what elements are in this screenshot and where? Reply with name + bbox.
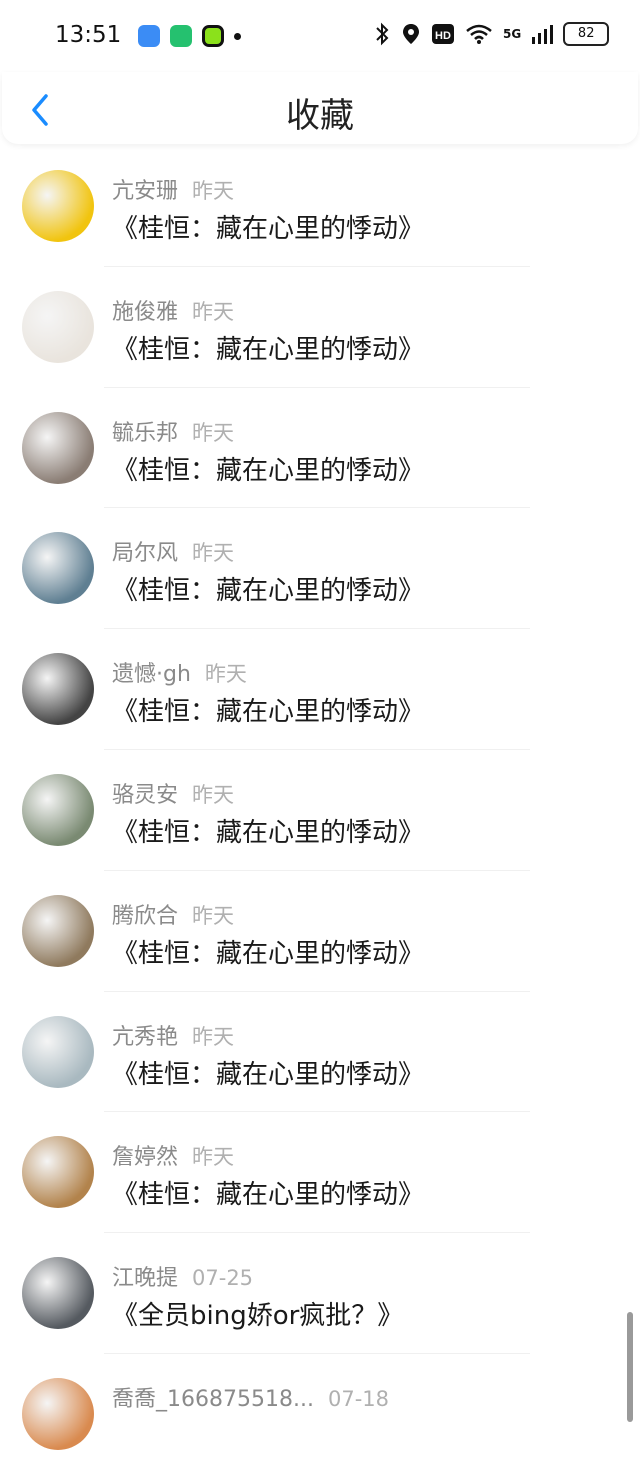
item-date: 昨天: [192, 299, 235, 324]
avatar[interactable]: [22, 773, 94, 846]
wifi-icon: [466, 24, 492, 44]
user-name[interactable]: 亢安珊: [112, 179, 178, 204]
list-item[interactable]: 局尔风 昨天 《桂恒：藏在心里的悸动》: [0, 508, 640, 630]
favorites-list: 亢安珊 昨天 《桂恒：藏在心里的悸动》 施俊雅 昨天 《桂恒：藏在心里的悸动》 毓乐…: [0, 146, 640, 1475]
list-item[interactable]: 詹婷然 昨天 《桂恒：藏在心里的悸动》: [0, 1112, 640, 1234]
item-date: 昨天: [204, 662, 247, 687]
list-item[interactable]: 喬喬_166875518... 07-18: [0, 1354, 640, 1475]
item-date: 昨天: [192, 1024, 235, 1049]
top-bar: 收藏: [2, 72, 638, 144]
avatar[interactable]: [22, 1377, 94, 1450]
list-item[interactable]: 遗憾·gh 昨天 《桂恒：藏在心里的悸动》: [0, 629, 640, 750]
item-date: 昨天: [192, 903, 235, 928]
work-title[interactable]: 《桂恒：藏在心里的悸动》: [112, 1174, 424, 1211]
work-title[interactable]: 《全员bing娇or疯批？》: [112, 1295, 403, 1332]
system-icons: HD 5G 82: [373, 22, 610, 46]
user-name[interactable]: 毓乐邦: [112, 421, 178, 446]
user-name[interactable]: 喬喬_166875518...: [112, 1387, 314, 1412]
list-item[interactable]: 亢安珊 昨天 《桂恒：藏在心里的悸动》: [0, 146, 640, 267]
list-item[interactable]: 亢秀艳 昨天 《桂恒：藏在心里的悸动》: [0, 992, 640, 1113]
avatar[interactable]: [22, 170, 94, 242]
svg-text:HD: HD: [435, 30, 451, 42]
work-title[interactable]: 《桂恒：藏在心里的悸动》: [112, 570, 424, 607]
user-name[interactable]: 遗憾·gh: [112, 662, 191, 687]
avatar[interactable]: [22, 532, 94, 605]
video-app-icon: [170, 25, 192, 47]
user-name[interactable]: 腾欣合: [112, 904, 178, 929]
more-notifications-icon: [234, 32, 241, 40]
work-title[interactable]: 《桂恒：藏在心里的悸动》: [112, 1054, 424, 1091]
browser-app-icon: [138, 25, 160, 47]
avatar[interactable]: [22, 1136, 94, 1209]
status-bar: 13:51 HD 5G 82: [0, 0, 640, 72]
item-date: 昨天: [192, 179, 235, 203]
battery-indicator: 82: [563, 22, 610, 46]
list-item[interactable]: 腾欣合 昨天 《桂恒：藏在心里的悸动》: [0, 871, 640, 992]
item-date: 07-25: [192, 1266, 254, 1291]
user-name[interactable]: 骆灵安: [112, 783, 178, 808]
list-item[interactable]: 骆灵安 昨天 《桂恒：藏在心里的悸动》: [0, 750, 640, 871]
page-title: 收藏: [286, 96, 354, 136]
user-name[interactable]: 亢秀艳: [112, 1025, 178, 1050]
user-name[interactable]: 詹婷然: [112, 1145, 178, 1170]
hd-icon: HD: [432, 24, 454, 44]
user-name[interactable]: 施俊雅: [112, 300, 178, 325]
network-type: 5G: [503, 27, 522, 41]
work-title[interactable]: 《桂恒：藏在心里的悸动》: [112, 933, 424, 970]
avatar[interactable]: [22, 1257, 94, 1330]
user-name[interactable]: 江晚提: [112, 1266, 178, 1291]
avatar[interactable]: [22, 290, 94, 363]
item-date: 昨天: [192, 782, 235, 807]
work-title[interactable]: 《桂恒：藏在心里的悸动》: [112, 208, 424, 245]
avatar[interactable]: [22, 653, 94, 726]
avatar[interactable]: [22, 894, 94, 967]
signal-icon: [532, 25, 554, 44]
bluetooth-icon: [376, 22, 389, 46]
work-title[interactable]: 《桂恒：藏在心里的悸动》: [112, 812, 424, 849]
list-item[interactable]: 毓乐邦 昨天 《桂恒：藏在心里的悸动》: [0, 388, 640, 509]
work-title[interactable]: 《桂恒：藏在心里的悸动》: [112, 329, 424, 366]
list-item[interactable]: 江晚提 07-25 《全员bing娇or疯批？》: [0, 1233, 640, 1354]
list-item[interactable]: 施俊雅 昨天 《桂恒：藏在心里的悸动》: [0, 267, 640, 388]
notification-icons: [138, 25, 241, 47]
green-app-icon: [202, 25, 224, 47]
location-icon: [403, 24, 419, 44]
status-time: 13:51: [55, 22, 122, 48]
avatar[interactable]: [22, 1015, 94, 1088]
item-date: 07-18: [327, 1386, 389, 1411]
work-title[interactable]: 《桂恒：藏在心里的悸动》: [112, 691, 424, 728]
user-name[interactable]: 局尔风: [112, 541, 178, 566]
work-title[interactable]: 《桂恒：藏在心里的悸动》: [112, 450, 424, 487]
scrollbar[interactable]: [627, 1312, 633, 1422]
item-date: 昨天: [192, 420, 235, 445]
item-date: 昨天: [192, 1145, 235, 1170]
item-date: 昨天: [192, 541, 235, 566]
avatar[interactable]: [22, 411, 94, 484]
